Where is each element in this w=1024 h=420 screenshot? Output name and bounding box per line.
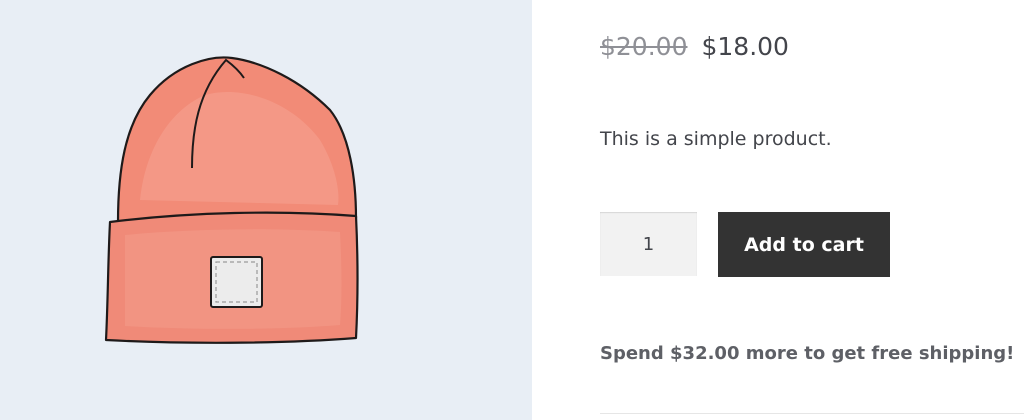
divider: [600, 413, 1024, 414]
regular-price: $20.00: [600, 32, 688, 61]
price: $20.00 $18.00: [600, 32, 789, 62]
quantity-input[interactable]: [600, 212, 697, 276]
product-page: $20.00 $18.00 This is a simple product. A…: [0, 0, 1024, 420]
add-to-cart-button[interactable]: Add to cart: [718, 212, 890, 277]
product-image[interactable]: [0, 0, 532, 420]
product-summary: $20.00 $18.00 This is a simple product. A…: [600, 0, 1024, 420]
product-short-description: This is a simple product.: [600, 128, 832, 150]
free-shipping-notice: Spend $32.00 more to get free shipping!: [600, 343, 1015, 364]
beanie-illustration: [104, 56, 359, 344]
sale-price: $18.00: [701, 32, 789, 61]
beanie-label-patch: [210, 256, 263, 308]
